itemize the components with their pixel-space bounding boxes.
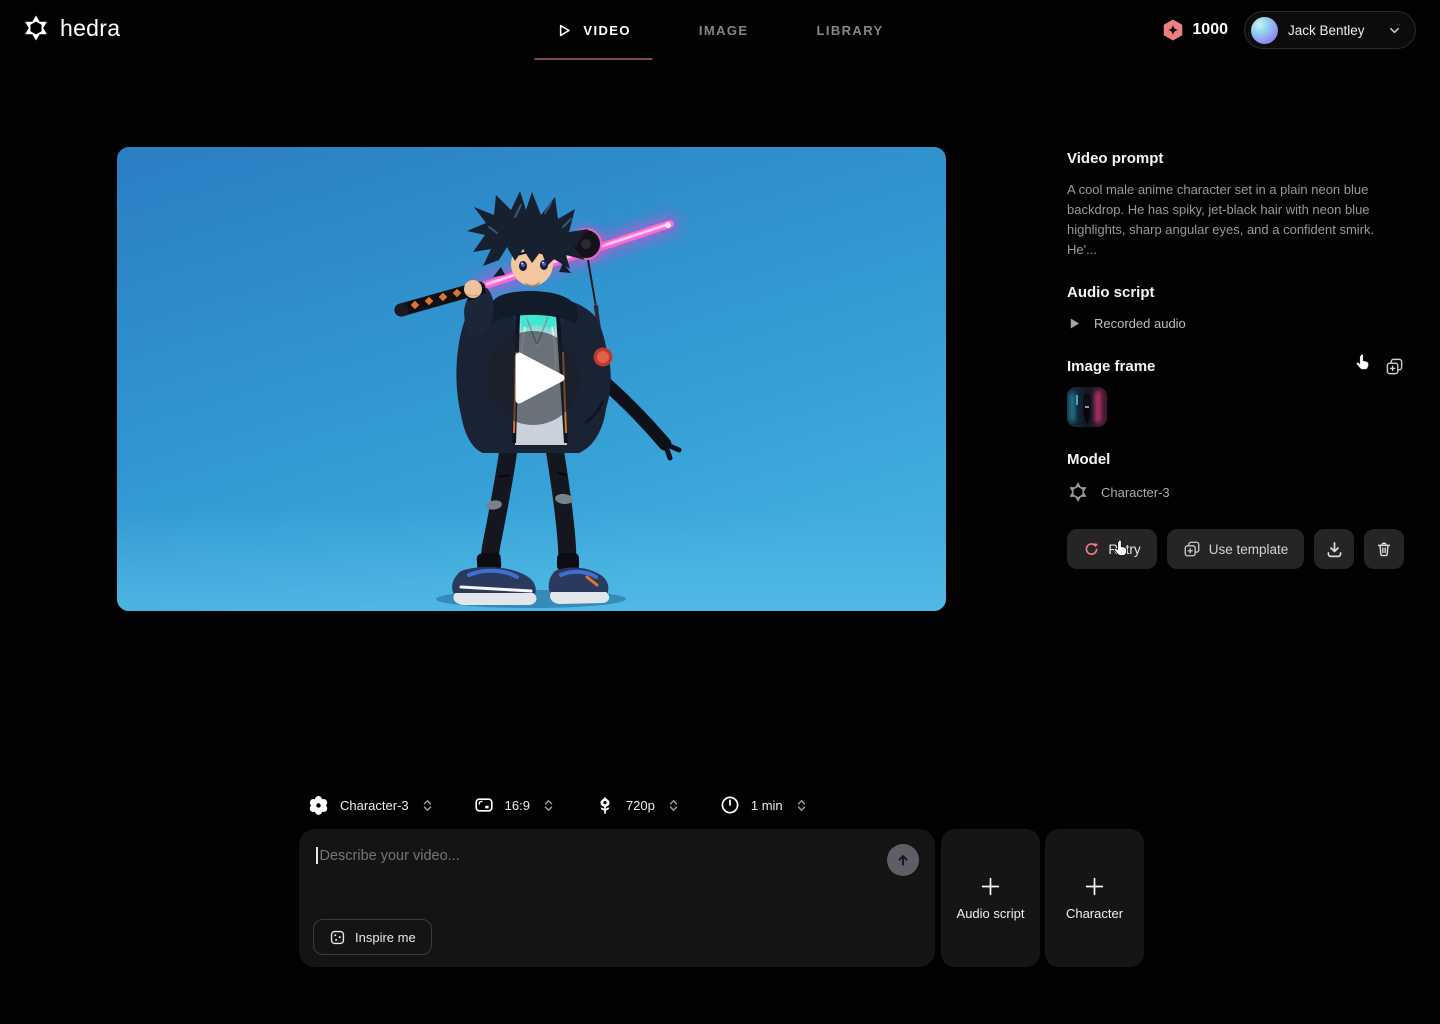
use-template-button[interactable]: Use template [1167,529,1304,569]
expand-chevrons-icon [666,797,681,814]
credits-badge[interactable]: 1000 [1162,19,1228,41]
inspire-me-label: Inspire me [355,930,416,945]
chevron-down-icon [1387,23,1402,38]
tab-image[interactable]: IMAGE [677,0,771,60]
download-button[interactable] [1314,529,1354,569]
avatar [1251,17,1278,44]
submit-button[interactable] [887,844,919,876]
text-caret [316,847,318,864]
recorded-audio-label: Recorded audio [1094,316,1186,331]
header-right: 1000 Jack Bentley [1162,11,1416,49]
aspect-ratio-icon [474,795,494,815]
use-template-label: Use template [1209,542,1289,557]
retry-button[interactable]: Retry [1067,529,1157,569]
inspire-me-button[interactable]: Inspire me [313,919,432,955]
video-player[interactable] [117,147,946,611]
duration-value: 1 min [751,798,783,813]
add-character-card[interactable]: Character [1045,829,1144,967]
model-selector-value: Character-3 [340,798,409,813]
generation-settings-bar: Character-3 16:9 720p [308,790,809,820]
dice-icon [329,929,346,946]
retry-refresh-icon [1083,541,1100,558]
result-actions: Retry Use template [1067,529,1404,569]
retry-label: Retry [1108,542,1140,557]
flower-gear-icon [308,795,329,816]
template-copy-add-icon [1183,540,1201,558]
main-tabs: VIDEO IMAGE LIBRARY [534,0,905,60]
add-character-label: Character [1066,906,1123,921]
video-prompt-text: A cool male anime character set in a pla… [1067,180,1407,260]
download-icon [1325,540,1344,559]
user-name: Jack Bentley [1288,23,1377,38]
tab-label: LIBRARY [816,23,883,38]
model-pinwheel-icon [1067,481,1089,503]
hedra-logo-icon [22,14,50,42]
expand-chevrons-icon [541,797,556,814]
thumbnail-art [1067,387,1107,427]
audio-play-icon [1067,316,1082,331]
duration-clock-icon [720,795,740,815]
tab-video[interactable]: VIDEO [534,0,652,60]
image-frame-title: Image frame [1067,358,1155,376]
prompt-placeholder: Describe your video... [320,848,460,864]
duration-selector[interactable]: 1 min [720,795,809,815]
tab-library[interactable]: LIBRARY [794,0,905,60]
copy-add-icon[interactable] [1385,357,1404,376]
video-frame-art [117,147,946,611]
arrow-up-icon [894,851,912,869]
model-row: Character-3 [1067,481,1404,503]
audio-script-title: Audio script [1067,284,1404,302]
brand-logo[interactable]: hedra [22,14,120,42]
video-prompt-composer[interactable]: Describe your video... Inspire me [299,829,935,967]
video-prompt-title: Video prompt [1067,150,1404,168]
expand-chevrons-icon [420,797,435,814]
model-selector[interactable]: Character-3 [308,795,435,816]
aspect-ratio-value: 16:9 [505,798,530,813]
recorded-audio-row[interactable]: Recorded audio [1067,316,1404,331]
active-tab-underline [534,58,652,60]
model-value: Character-3 [1101,485,1170,500]
aspect-ratio-selector[interactable]: 16:9 [474,795,556,815]
resolution-value: 720p [626,798,655,813]
tab-label: IMAGE [699,23,749,38]
user-menu-button[interactable]: Jack Bentley [1244,11,1416,49]
model-title: Model [1067,451,1404,469]
image-frame-thumbnail[interactable] [1067,387,1107,427]
credits-count: 1000 [1192,21,1228,39]
add-audio-script-card[interactable]: Audio script [941,829,1040,967]
add-audio-script-label: Audio script [957,906,1025,921]
trash-icon [1375,540,1393,558]
generation-details-panel: Video prompt A cool male anime character… [1067,150,1404,569]
plus-icon [980,876,1001,897]
plus-icon [1084,876,1105,897]
tab-label: VIDEO [583,23,630,38]
resolution-selector[interactable]: 720p [595,795,681,815]
resolution-flower-icon [595,795,615,815]
video-prompt-input[interactable]: Describe your video... [316,847,460,864]
brand-wordmark: hedra [60,15,120,42]
expand-chevrons-icon [794,797,809,814]
delete-button[interactable] [1364,529,1404,569]
video-play-icon [556,22,573,39]
top-bar: hedra VIDEO IMAGE LIBRARY 1000 Jack Bent… [0,0,1440,60]
credits-hexagon-icon [1162,19,1184,41]
